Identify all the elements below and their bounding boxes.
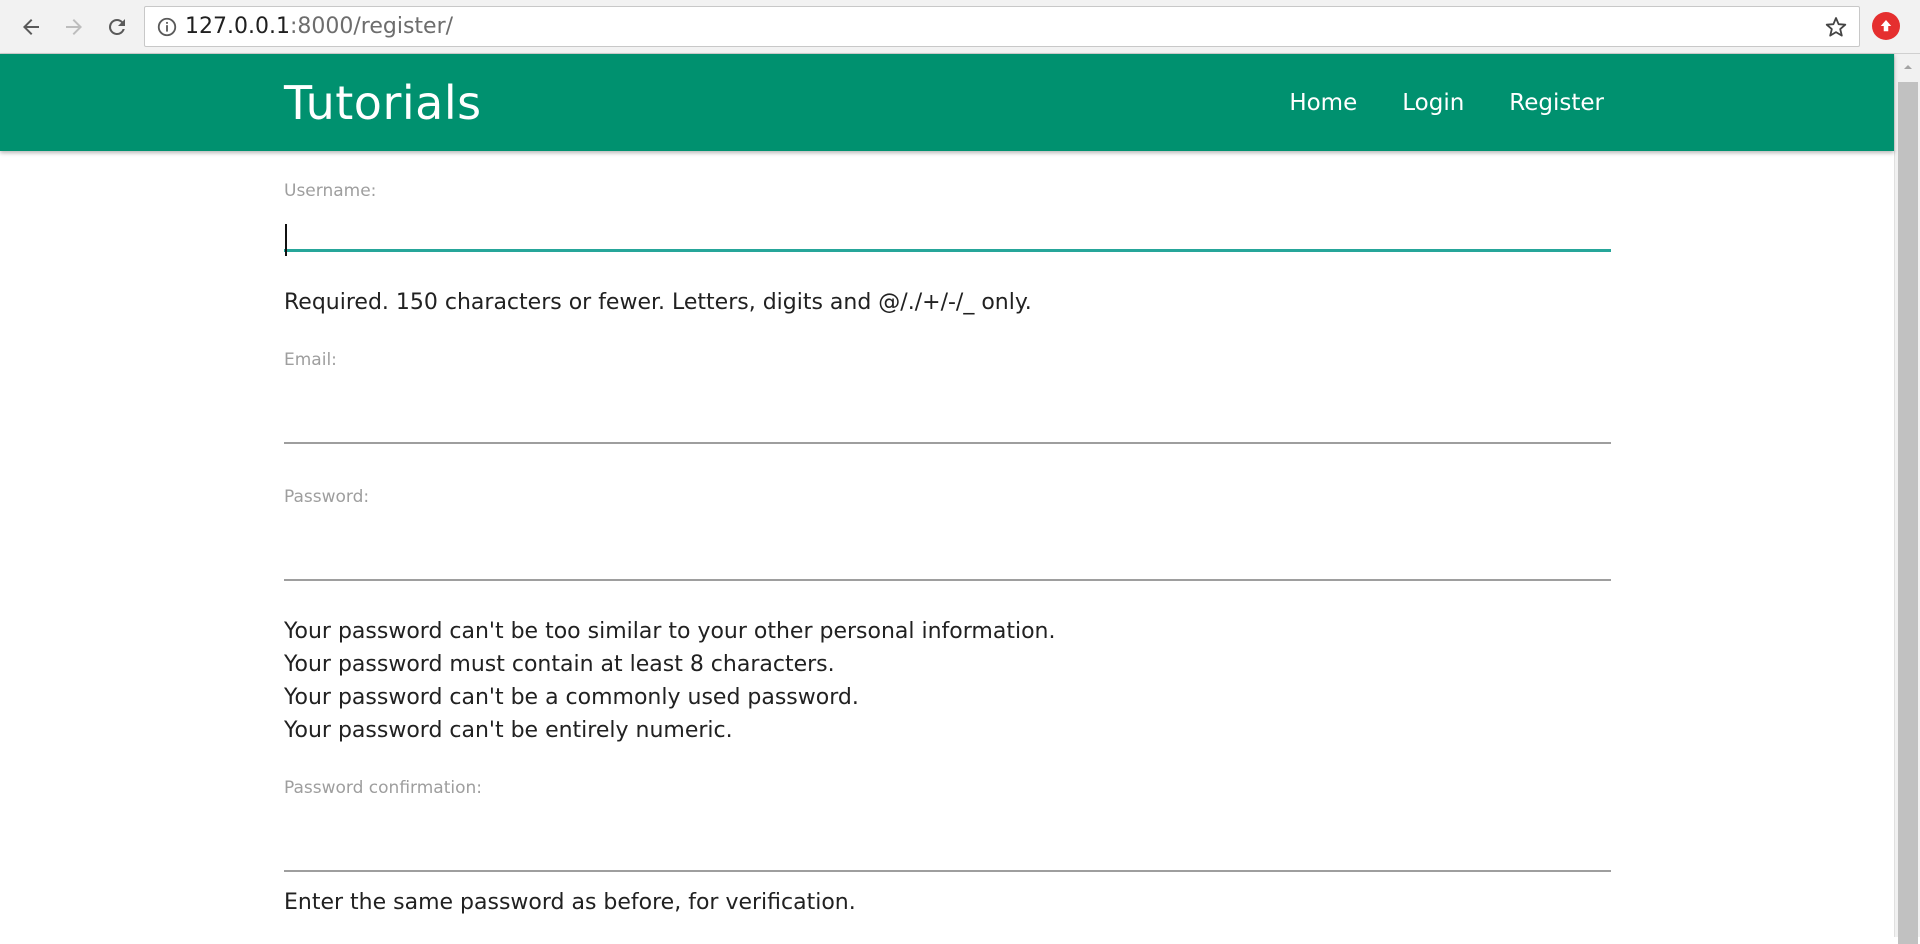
scroll-up-arrow-icon[interactable] [1895,54,1920,80]
info-icon[interactable] [155,15,179,39]
nav-links: Home Login Register [1244,54,1604,151]
password-label: Password: [284,487,370,507]
nav-link-register[interactable]: Register [1509,90,1604,116]
url-host: 127.0.0.1 [185,14,290,39]
address-bar[interactable]: 127.0.0.1:8000/register/ [144,6,1860,47]
username-input[interactable] [284,202,1611,252]
star-icon[interactable] [1823,14,1849,40]
password-help-2: Your password must contain at least 8 ch… [284,652,835,677]
username-label: Username: [284,181,377,201]
forward-arrow-icon[interactable] [57,10,91,44]
nav-link-login[interactable]: Login [1402,90,1464,116]
back-arrow-icon[interactable] [14,10,48,44]
email-input[interactable] [284,394,1611,444]
nav-link-home[interactable]: Home [1289,90,1357,116]
text-cursor [285,224,287,256]
page-scrollbar[interactable] [1894,54,1920,944]
password-confirmation-label: Password confirmation: [284,778,482,798]
password-input[interactable] [284,531,1611,581]
username-help-text: Required. 150 characters or fewer. Lette… [284,290,1032,315]
brand-logo-link[interactable]: Tutorials [284,76,482,130]
reload-icon[interactable] [100,10,134,44]
password-confirmation-input[interactable] [284,822,1611,872]
password-help-3: Your password can't be a commonly used p… [284,685,859,710]
password-confirmation-help-text: Enter the same password as before, for v… [284,890,856,915]
scroll-thumb[interactable] [1898,82,1918,944]
url-path: :8000/register/ [289,14,454,39]
password-help-1: Your password can't be too similar to yo… [284,619,1056,644]
password-help-4: Your password can't be entirely numeric. [284,718,733,743]
email-label: Email: [284,350,337,370]
site-navbar: Tutorials Home Login Register [0,54,1894,151]
url-text: 127.0.0.1:8000/register/ [185,14,453,39]
extension-icon[interactable] [1872,12,1900,40]
browser-toolbar: 127.0.0.1:8000/register/ [0,0,1920,54]
